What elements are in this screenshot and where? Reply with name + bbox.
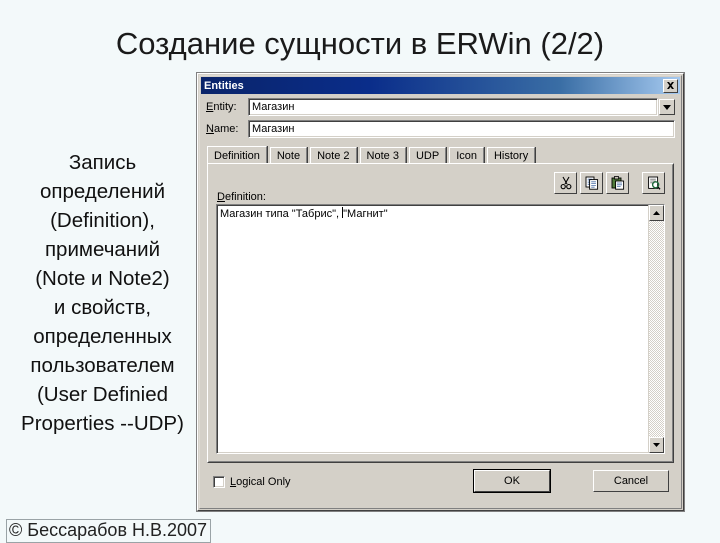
scroll-up-icon [653, 211, 660, 215]
body-line: Properties --UDP) [21, 412, 184, 435]
definition-text-content: Магазин типа "Табрис", "Магнит" [217, 205, 648, 453]
tab-note-3[interactable]: Note 3 [359, 147, 406, 164]
body-line: (Definition), [50, 209, 155, 232]
scroll-down-button[interactable] [649, 437, 664, 453]
body-line: и свойств, [53, 296, 152, 319]
paste-button[interactable] [606, 172, 629, 194]
body-line: (User Definied [36, 383, 169, 406]
definition-scrollbar[interactable] [648, 205, 664, 453]
tab-note-2[interactable]: Note 2 [310, 147, 357, 164]
logical-only-checkbox[interactable]: Logical Only [213, 476, 291, 488]
logical-only-checkbox-box[interactable] [213, 476, 225, 488]
definition-textarea[interactable]: Магазин типа "Табрис", "Магнит" [216, 204, 665, 454]
copy-icon [585, 176, 598, 190]
body-line: (Note и Note2) [35, 267, 170, 290]
logical-only-label: Logical Only [230, 476, 291, 488]
dialog-titlebar[interactable]: Entities [201, 77, 680, 94]
preview-button[interactable] [642, 172, 665, 194]
chevron-down-icon [663, 104, 671, 110]
entity-dropdown-button[interactable] [659, 99, 675, 115]
slide-footer: © Бессарабов Н.В.2007 [6, 519, 212, 543]
slide-body-text: Запись определений (Definition), примеча… [0, 148, 205, 438]
scroll-down-icon [653, 443, 660, 447]
entity-value: Магазин [252, 101, 295, 113]
tab-definition[interactable]: Definition [207, 146, 267, 164]
scrollbar-track[interactable] [649, 221, 664, 437]
edit-toolbar [551, 172, 665, 194]
ok-button[interactable]: OK [473, 469, 551, 493]
body-line: пользователем [30, 354, 175, 377]
dialog-title: Entities [204, 79, 244, 92]
cut-icon [560, 176, 571, 190]
name-field-row: Name: Магазин [206, 120, 675, 138]
entities-dialog: Entities Entity: Магазин Name: Магазин D… [197, 73, 684, 511]
page-title: Создание сущности в ERWin (2/2) [115, 26, 605, 61]
definition-label: Definition: [217, 191, 266, 203]
cut-button[interactable] [554, 172, 577, 194]
copy-button[interactable] [580, 172, 603, 194]
name-value: Магазин [252, 123, 295, 135]
tab-strip: Definition Note Note 2 Note 3 UDP Icon H… [207, 146, 674, 164]
definition-tab-page: Definition: Магазин типа "Табрис", "Магн… [207, 163, 674, 463]
preview-icon [647, 176, 660, 190]
entity-field-row: Entity: Магазин [206, 98, 675, 116]
definition-text-after: "Магнит" [343, 208, 388, 220]
entity-label: Entity: [206, 101, 237, 113]
name-label: Name: [206, 123, 239, 135]
body-line: примечаний [44, 238, 161, 261]
tab-icon[interactable]: Icon [449, 147, 484, 164]
close-icon [667, 81, 674, 89]
tab-note[interactable]: Note [269, 147, 308, 164]
paste-icon [611, 176, 624, 190]
tab-history[interactable]: History [486, 147, 536, 164]
cancel-button[interactable]: Cancel [593, 470, 669, 492]
scroll-up-button[interactable] [649, 205, 664, 221]
name-input[interactable]: Магазин [248, 120, 675, 138]
body-line: определений [39, 180, 166, 203]
definition-text-before: Магазин типа "Табрис", [220, 208, 343, 220]
entity-combobox-input[interactable]: Магазин [248, 98, 658, 116]
close-button[interactable] [663, 78, 678, 93]
body-line: определенных [33, 325, 172, 348]
tab-udp[interactable]: UDP [408, 147, 447, 164]
body-line: Запись [68, 151, 137, 174]
